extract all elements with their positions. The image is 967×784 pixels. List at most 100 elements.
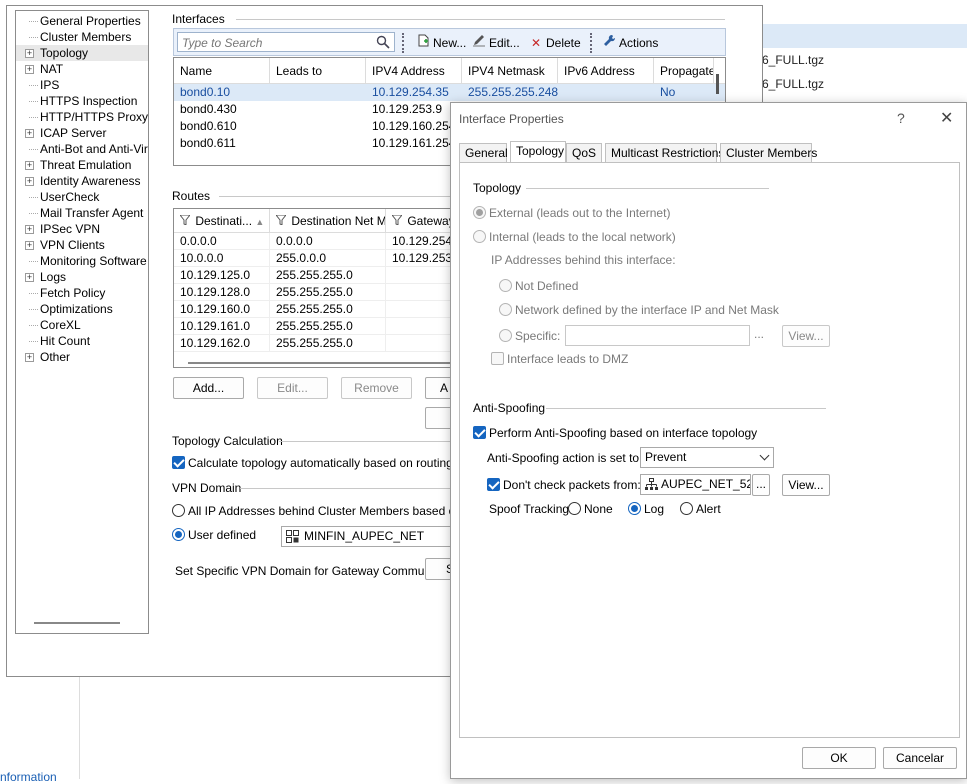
dont-check-packets-field[interactable]: AUPEC_NET_52: [640, 474, 751, 495]
anti-spoofing-action-select[interactable]: Prevent: [640, 447, 774, 468]
table-row[interactable]: 10.129.162.0 255.255.255.0: [174, 335, 452, 352]
tab-topology[interactable]: Topology: [510, 141, 566, 163]
table-row[interactable]: 10.0.0.0 255.0.0.0 10.129.253.: [174, 250, 452, 267]
tree-item[interactable]: CoreXL: [16, 317, 148, 333]
tree-item[interactable]: Monitoring Software bla: [16, 253, 148, 269]
tab-cluster-members[interactable]: Cluster Members: [720, 143, 817, 163]
vpn-user-defined-field[interactable]: MINFIN_AUPEC_NET: [281, 526, 456, 547]
expand-icon[interactable]: +: [25, 65, 34, 74]
tree-item[interactable]: + Identity Awareness: [16, 173, 148, 189]
tab-general[interactable]: General: [459, 143, 508, 163]
expand-icon[interactable]: +: [25, 273, 34, 282]
tracking-none-radio[interactable]: [568, 502, 581, 515]
tree-item[interactable]: Cluster Members: [16, 29, 148, 45]
table-row[interactable]: 10.129.128.0 255.255.255.0: [174, 284, 452, 301]
tree-item[interactable]: Anti-Bot and Anti-Virus: [16, 141, 148, 157]
background-link[interactable]: nformation: [0, 770, 57, 784]
column-header[interactable]: Name: [174, 58, 270, 84]
background-file-item[interactable]: 6_FULL.tgz: [762, 53, 824, 67]
not-defined-radio[interactable]: [499, 279, 512, 292]
ok-button[interactable]: OK: [802, 747, 876, 769]
network-defined-radio[interactable]: [499, 303, 512, 316]
routes-scrollbar[interactable]: [188, 362, 450, 364]
tree-item[interactable]: + NAT: [16, 61, 148, 77]
table-row[interactable]: 10.129.160.0 255.255.255.0: [174, 301, 452, 318]
column-header[interactable]: IPV4 Netmask: [462, 58, 558, 84]
tree-item[interactable]: + VPN Clients: [16, 237, 148, 253]
tree-item[interactable]: Hit Count: [16, 333, 148, 349]
specific-browse-button[interactable]: ...: [754, 327, 764, 341]
table-row[interactable]: 10.129.161.0 255.255.255.0: [174, 318, 452, 335]
tree-item[interactable]: + Topology: [16, 45, 148, 61]
expand-icon[interactable]: +: [25, 129, 34, 138]
specific-input[interactable]: [565, 325, 750, 346]
internal-radio[interactable]: [473, 230, 486, 243]
tree-item[interactable]: + Logs: [16, 269, 148, 285]
tree-item[interactable]: HTTPS Inspection: [16, 93, 148, 109]
tree-item[interactable]: Optimizations: [16, 301, 148, 317]
delete-button[interactable]: ✕ Delete: [529, 34, 581, 52]
vpn-domain-heading: VPN Domain: [172, 481, 242, 495]
tree-item[interactable]: HTTP/HTTPS Proxy: [16, 109, 148, 125]
column-header[interactable]: Destinati... ▲: [174, 209, 270, 233]
dont-check-browse-button[interactable]: ...: [752, 474, 770, 496]
background-file-item[interactable]: 6_FULL.tgz: [762, 77, 824, 91]
column-header[interactable]: Destination Net M...: [270, 209, 386, 233]
remove-route-button[interactable]: Remove: [341, 377, 412, 399]
specific-view-button[interactable]: View...: [782, 325, 830, 347]
column-header[interactable]: Propagate: [654, 58, 714, 84]
table-row[interactable]: 10.129.125.0 255.255.255.0: [174, 267, 452, 284]
tree-item-label: Logs: [40, 270, 67, 284]
column-header[interactable]: IPv6 Address: [558, 58, 654, 84]
perform-anti-spoofing-checkbox[interactable]: [473, 426, 486, 439]
interfaces-scrollbar[interactable]: [716, 74, 719, 94]
filter-icon[interactable]: [390, 209, 404, 233]
vpn-user-defined-radio[interactable]: [172, 528, 185, 541]
add-route-button[interactable]: Add...: [173, 377, 244, 399]
tree-item[interactable]: Fetch Policy: [16, 285, 148, 301]
help-icon[interactable]: ?: [897, 110, 905, 126]
column-header[interactable]: Leads to: [270, 58, 366, 84]
filter-icon[interactable]: [178, 209, 192, 233]
actions-button[interactable]: Actions: [602, 34, 658, 52]
new-button[interactable]: New...: [416, 34, 466, 52]
wrench-icon: [602, 34, 616, 52]
tree-item[interactable]: + Threat Emulation: [16, 157, 148, 173]
tracking-alert-radio[interactable]: [680, 502, 693, 515]
expand-icon[interactable]: +: [25, 177, 34, 186]
tab-qos[interactable]: QoS: [566, 143, 602, 163]
edit-button[interactable]: Edit...: [472, 34, 520, 52]
specific-radio[interactable]: [499, 329, 512, 342]
table-row[interactable]: 0.0.0.0 0.0.0.0 10.129.254.: [174, 233, 452, 250]
expand-icon[interactable]: +: [25, 353, 34, 362]
dont-check-view-button[interactable]: View...: [782, 474, 830, 496]
tree-item[interactable]: IPS: [16, 77, 148, 93]
search-input[interactable]: Type to Search: [177, 32, 395, 52]
column-header[interactable]: IPV4 Address: [366, 58, 462, 84]
cancel-button[interactable]: Cancelar: [883, 747, 957, 769]
tab-multicast-restrictions[interactable]: Multicast Restrictions: [605, 143, 724, 163]
tree-item[interactable]: Mail Transfer Agent: [16, 205, 148, 221]
expand-icon[interactable]: +: [25, 49, 34, 58]
close-icon[interactable]: ✕: [940, 108, 953, 128]
expand-icon[interactable]: +: [25, 241, 34, 250]
edit-route-button[interactable]: Edit...: [257, 377, 328, 399]
external-radio[interactable]: [473, 206, 486, 219]
search-icon[interactable]: [376, 35, 390, 52]
tree-item[interactable]: + Other: [16, 349, 148, 365]
tracking-log-radio[interactable]: [628, 502, 641, 515]
tree-item[interactable]: + ICAP Server: [16, 125, 148, 141]
tree-item[interactable]: UserCheck: [16, 189, 148, 205]
column-header[interactable]: Gateway: [386, 209, 452, 233]
table-row[interactable]: bond0.10 10.129.254.35 255.255.255.248 No: [174, 84, 725, 101]
tree-item[interactable]: General Properties: [16, 13, 148, 29]
dont-check-packets-checkbox[interactable]: [487, 478, 500, 491]
expand-icon[interactable]: +: [25, 161, 34, 170]
expand-icon[interactable]: +: [25, 225, 34, 234]
vpn-all-ip-radio[interactable]: [172, 504, 185, 517]
dmz-checkbox[interactable]: [491, 352, 504, 365]
tree-horizontal-scrollbar[interactable]: [34, 622, 120, 624]
calculate-topology-checkbox[interactable]: [172, 456, 185, 469]
filter-icon[interactable]: [274, 209, 288, 233]
tree-item[interactable]: + IPSec VPN: [16, 221, 148, 237]
